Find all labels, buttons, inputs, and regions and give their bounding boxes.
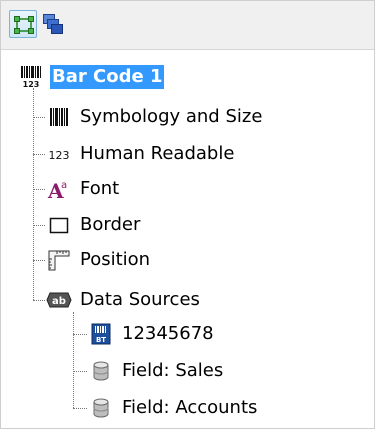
tree-item-human-readable[interactable]: 123 Human Readable <box>46 139 236 169</box>
tree-item-field-accounts[interactable]: Field: Accounts <box>88 393 259 423</box>
tree-item-font[interactable]: A a Font <box>46 174 121 204</box>
tree-item-position[interactable]: Position <box>46 245 152 275</box>
layers-view-icon <box>43 14 63 34</box>
tree-item-label: Border <box>80 214 141 235</box>
svg-text:123: 123 <box>23 80 40 89</box>
tree-connector <box>33 154 45 155</box>
tree-item-label: Position <box>80 249 151 270</box>
tree-connector <box>33 225 45 226</box>
binary-data-icon: BT <box>88 321 114 347</box>
tree-item-symbology-and-size[interactable]: Symbology and Size <box>46 102 264 132</box>
database-field-icon <box>88 358 114 384</box>
tree-connector <box>33 189 45 190</box>
tree-item-border[interactable]: Border <box>46 210 142 240</box>
properties-tree: 123 Bar Code 1 Symbology and Size 123 Hu… <box>0 50 375 429</box>
toolbar <box>1 1 374 50</box>
tree-connector <box>33 260 45 261</box>
ruler-position-icon <box>46 247 72 273</box>
tree-item-bar-code[interactable]: 123 Bar Code 1 <box>18 62 165 92</box>
tree-connector <box>73 312 74 408</box>
tree-connector <box>73 334 87 335</box>
tree-item-label: Field: Sales <box>122 360 224 381</box>
tree-connector <box>33 300 45 301</box>
data-source-icon: ab <box>46 287 72 313</box>
svg-text:ab: ab <box>52 296 66 307</box>
border-icon <box>46 212 72 238</box>
font-icon: A a <box>46 176 72 202</box>
object-view-button[interactable] <box>9 10 37 38</box>
tree-item-label: Human Readable <box>80 143 235 164</box>
svg-text:a: a <box>61 180 67 191</box>
tree-connector <box>33 88 34 300</box>
svg-text:123: 123 <box>49 149 70 162</box>
tree-connector <box>73 408 87 409</box>
tree-item-label: Bar Code 1 <box>50 65 165 89</box>
tree-connector <box>73 371 87 372</box>
tree-item-label: Symbology and Size <box>80 106 263 127</box>
tree-connector <box>33 117 45 118</box>
database-field-icon <box>88 395 114 421</box>
digits-123-icon: 123 <box>46 141 72 167</box>
tree-item-label: Data Sources <box>80 289 200 310</box>
tree-item-label: 12345678 <box>122 323 214 344</box>
tree-item-data-sources[interactable]: ab Data Sources <box>46 285 202 315</box>
tree-item-12345678[interactable]: BT 12345678 <box>88 319 216 349</box>
barcode-icon <box>46 104 72 130</box>
tree-item-label: Field: Accounts <box>122 397 258 418</box>
tree-item-field-sales[interactable]: Field: Sales <box>88 356 225 386</box>
object-view-icon <box>14 16 34 34</box>
layers-view-button[interactable] <box>39 10 67 38</box>
tree-item-label: Font <box>80 178 120 199</box>
svg-text:BT: BT <box>96 336 106 344</box>
barcode-123-icon: 123 <box>18 64 44 90</box>
